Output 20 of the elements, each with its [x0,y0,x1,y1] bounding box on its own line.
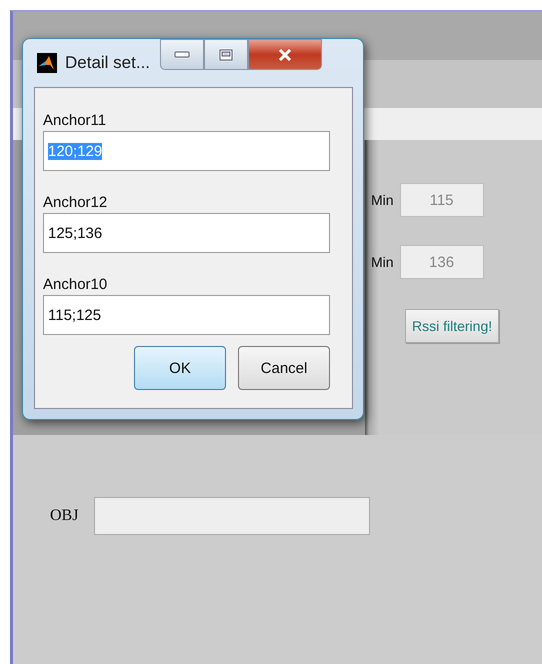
input-field[interactable]: 115;125 [43,295,330,335]
ok-button[interactable]: OK [134,346,226,390]
close-button[interactable] [248,39,322,70]
minimize-icon [174,50,190,58]
min-label: Min [371,254,394,270]
field-label: Anchor10 [43,276,108,293]
obj-label: OBJ [50,507,78,525]
input-field[interactable]: 125;136 [43,213,330,253]
cancel-button[interactable]: Cancel [238,346,330,390]
min-label: Min [371,192,394,208]
peak-icon [37,53,57,73]
maximize-icon [219,48,234,60]
field-label: Anchor11 [43,112,108,129]
dialog-title: Detail set... [65,53,150,73]
rssi-filtering-button[interactable]: Rssi filtering! [405,309,500,343]
minimize-button[interactable] [160,39,204,70]
maximize-button[interactable] [204,39,248,70]
obj-field[interactable] [94,497,370,535]
field-label: Anchor12 [43,194,108,211]
close-icon [277,48,294,60]
